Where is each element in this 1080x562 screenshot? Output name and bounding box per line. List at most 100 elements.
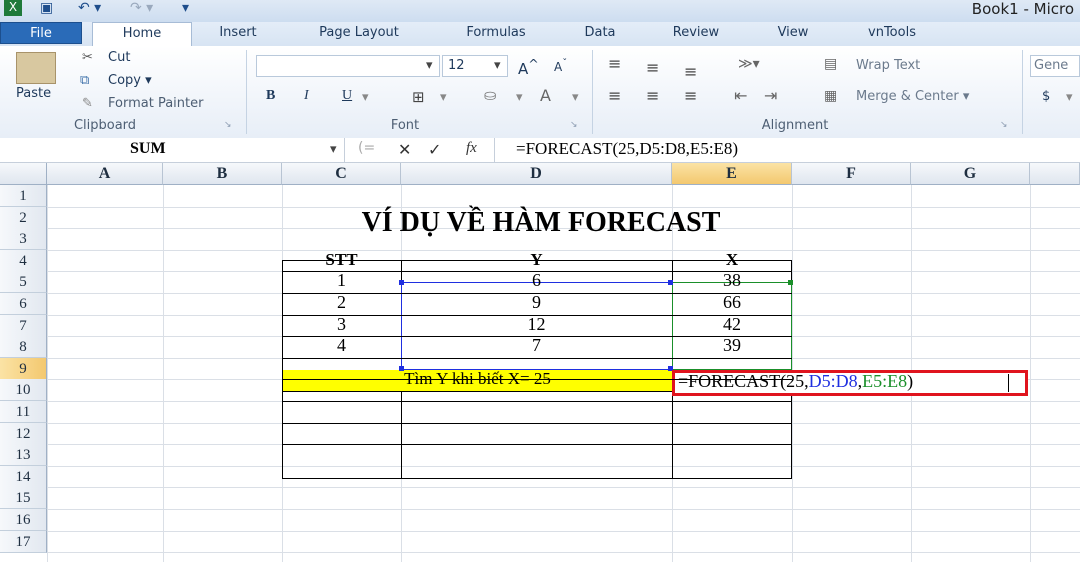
decrease-indent-icon[interactable]: ⇤ — [734, 86, 747, 105]
chevron-down-icon[interactable]: ▾ — [516, 90, 523, 105]
function-wizard-icon[interactable]: (= — [358, 140, 375, 156]
formula-input[interactable]: =FORECAST(25,D5:D8,E5:E8) — [516, 139, 738, 159]
column-header-d[interactable]: D — [401, 163, 672, 185]
tab-formulas[interactable]: Formulas — [448, 22, 544, 44]
column-header-f[interactable]: F — [792, 163, 911, 185]
merge-center-button[interactable]: Merge & Center ▾ — [856, 89, 969, 104]
row-header-15[interactable]: 15 — [0, 487, 47, 509]
grow-font-icon[interactable]: A^ — [518, 56, 539, 78]
tab-vntools[interactable]: vnTools — [850, 22, 934, 44]
name-box[interactable] — [0, 138, 345, 162]
row-header-11[interactable]: 11 — [0, 401, 47, 423]
orientation-icon[interactable]: ≫▾ — [738, 56, 760, 72]
tab-page-layout[interactable]: Page Layout — [300, 22, 418, 44]
top-align-icon[interactable]: ≡ — [608, 54, 621, 73]
row-header-2[interactable]: 2 — [0, 207, 47, 229]
borders-icon[interactable]: ⊞ — [412, 88, 425, 106]
row-header-5[interactable]: 5 — [0, 271, 47, 293]
row-header-13[interactable]: 13 — [0, 444, 47, 466]
table-cell[interactable]: 3 — [282, 314, 401, 335]
underline-button[interactable]: U — [342, 88, 352, 104]
align-right-icon[interactable]: ≡ — [684, 86, 697, 105]
row-header-4[interactable]: 4 — [0, 250, 47, 272]
chevron-down-icon[interactable]: ▾ — [1066, 90, 1073, 105]
tab-home[interactable]: Home — [92, 22, 192, 46]
column-header-c[interactable]: C — [282, 163, 401, 185]
format-painter-button[interactable]: Format Painter — [108, 96, 203, 111]
chevron-down-icon[interactable]: ▾ — [330, 142, 337, 157]
wrap-text-button[interactable]: Wrap Text — [856, 58, 920, 73]
bottom-align-icon[interactable]: ≡ — [684, 62, 697, 81]
confirm-entry-icon[interactable]: ✓ — [428, 140, 441, 159]
chevron-down-icon[interactable]: ▾ — [494, 58, 501, 73]
undo-icon[interactable]: ↶ ▾ — [78, 0, 101, 18]
row-header-17[interactable]: 17 — [0, 531, 47, 553]
row-header-9[interactable]: 9 — [0, 358, 47, 380]
tab-data[interactable]: Data — [570, 22, 630, 44]
chevron-down-icon[interactable]: ▾ — [362, 90, 369, 105]
font-color-icon[interactable]: A — [540, 86, 551, 105]
table-cell[interactable]: 7 — [401, 335, 672, 356]
row-header-7[interactable]: 7 — [0, 315, 47, 337]
table-cell[interactable]: 1 — [282, 270, 401, 291]
bold-button[interactable]: B — [266, 88, 275, 104]
row-header-16[interactable]: 16 — [0, 509, 47, 531]
clipboard-launcher-icon[interactable]: ↘ — [224, 120, 232, 130]
table-cell[interactable]: 39 — [672, 335, 792, 356]
range-handle[interactable] — [399, 366, 404, 371]
excel-icon[interactable]: X — [4, 0, 22, 16]
column-header-e[interactable]: E — [672, 163, 792, 185]
select-all-corner[interactable] — [0, 163, 47, 185]
column-header-a[interactable]: A — [47, 163, 163, 185]
increase-indent-icon[interactable]: ⇥ — [764, 86, 777, 105]
align-left-icon[interactable]: ≡ — [608, 86, 621, 105]
paste-icon[interactable] — [16, 52, 56, 84]
table-header-cell[interactable]: X — [672, 250, 792, 270]
font-launcher-icon[interactable]: ↘ — [570, 120, 578, 130]
tab-insert[interactable]: Insert — [203, 22, 273, 44]
column-header-h[interactable] — [1030, 163, 1080, 185]
tab-file[interactable]: File — [0, 22, 82, 44]
row-header-6[interactable]: 6 — [0, 293, 47, 315]
row-header-8[interactable]: 8 — [0, 336, 47, 358]
cancel-entry-icon[interactable]: ✕ — [398, 140, 411, 159]
shrink-font-icon[interactable]: Aˇ — [554, 58, 567, 74]
column-header-b[interactable]: B — [163, 163, 282, 185]
cut-button[interactable]: Cut — [108, 50, 130, 65]
paste-button[interactable]: Paste — [16, 86, 51, 101]
chevron-down-icon[interactable]: ▾ — [426, 58, 433, 73]
redo-icon[interactable]: ↷ ▾ — [130, 0, 153, 18]
customize-qat-icon[interactable]: ▾ — [182, 0, 189, 18]
row-header-14[interactable]: 14 — [0, 466, 47, 488]
table-cell[interactable]: 2 — [282, 292, 401, 313]
fill-color-icon[interactable]: ⛀ — [484, 86, 497, 104]
font-name-combo[interactable] — [256, 55, 440, 77]
table-header-cell[interactable]: Y — [401, 250, 672, 270]
table-cell[interactable]: 42 — [672, 314, 792, 335]
table-cell[interactable]: 66 — [672, 292, 792, 313]
row-header-10[interactable]: 10 — [0, 379, 47, 401]
table-header-cell[interactable]: STT — [282, 250, 401, 270]
table-cell[interactable]: 38 — [672, 270, 792, 291]
italic-button[interactable]: I — [304, 88, 309, 104]
chevron-down-icon[interactable]: ▾ — [440, 90, 447, 105]
save-icon[interactable]: ▣ — [40, 0, 53, 18]
middle-align-icon[interactable]: ≡ — [646, 58, 659, 77]
table-cell[interactable]: 12 — [401, 314, 672, 335]
row-header-12[interactable]: 12 — [0, 423, 47, 445]
copy-button[interactable]: Copy ▾ — [108, 73, 152, 88]
insert-function-icon[interactable]: fx — [466, 140, 477, 157]
column-header-g[interactable]: G — [911, 163, 1030, 185]
row-header-1[interactable]: 1 — [0, 185, 47, 207]
table-cell[interactable]: 4 — [282, 335, 401, 356]
table-cell[interactable]: 6 — [401, 270, 672, 291]
table-cell[interactable]: 9 — [401, 292, 672, 313]
row-header-3[interactable]: 3 — [0, 228, 47, 250]
alignment-launcher-icon[interactable]: ↘ — [1000, 120, 1008, 130]
tab-view[interactable]: View — [762, 22, 824, 44]
chevron-down-icon[interactable]: ▾ — [572, 90, 579, 105]
align-center-icon[interactable]: ≡ — [646, 86, 659, 105]
cell-edit-formula[interactable]: =FORECAST(25,D5:D8,E5:E8) — [678, 371, 913, 392]
tab-review[interactable]: Review — [656, 22, 736, 44]
currency-button[interactable]: $ — [1042, 89, 1050, 104]
